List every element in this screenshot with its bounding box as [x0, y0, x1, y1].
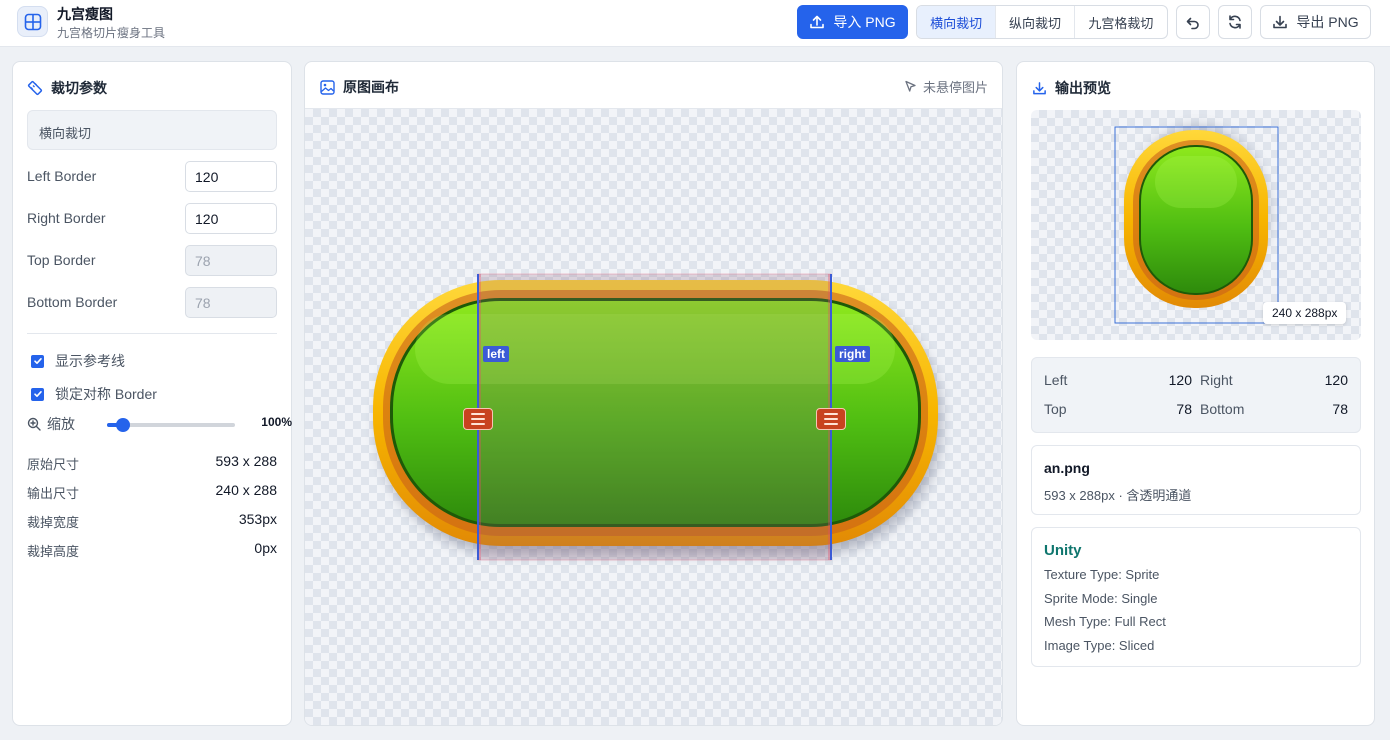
zoom-slider[interactable]	[107, 418, 235, 432]
show-guides-row: 显示参考线	[31, 351, 125, 371]
app-header: 九宫瘦图 九宫格切片瘦身工具 导入 PNG 横向裁切 纵向裁切 九宫格裁切 导出…	[0, 0, 1390, 47]
grid-logo-icon	[17, 6, 48, 37]
source-image	[373, 273, 942, 561]
hover-status-text: 未悬停图片	[922, 80, 988, 95]
top-border-input: 78	[185, 245, 277, 276]
lock-symmetric-label: 锁定对称 Border	[55, 386, 157, 402]
check-icon	[33, 391, 42, 397]
bottom-border-label: Bottom Border	[27, 294, 118, 310]
pointer-icon	[905, 80, 916, 92]
summary-bottom-label: Bottom	[1200, 401, 1245, 417]
source-canvas-panel: 原图画布 未悬停图片 left right	[304, 61, 1003, 726]
cropped-height-label: 裁掉高度	[27, 544, 80, 559]
show-guides-label: 显示参考线	[55, 353, 125, 369]
zoom-value: 100%	[261, 415, 292, 429]
output-size-label: 输出尺寸	[27, 486, 80, 501]
import-png-label: 导入 PNG	[833, 14, 896, 30]
original-size-label: 原始尺寸	[27, 457, 80, 472]
top-border-label: Top Border	[27, 252, 96, 268]
refresh-icon	[1229, 15, 1241, 29]
guide-right-drag-handle[interactable]	[816, 408, 846, 430]
summary-right-label: Right	[1200, 372, 1233, 388]
cropped-width-label: 裁掉宽度	[27, 515, 80, 530]
guide-left-tag: left	[483, 346, 509, 362]
app-title: 九宫瘦图	[57, 6, 113, 22]
left-border-input[interactable]: 120	[185, 161, 277, 192]
summary-left-label: Left	[1044, 372, 1068, 388]
import-png-button[interactable]: 导入 PNG	[797, 5, 908, 39]
unity-sprite-mode: Sprite Mode: Single	[1044, 591, 1158, 606]
mode-nine-slice-tab[interactable]: 九宫格裁切	[1075, 6, 1167, 38]
summary-top-value: 78	[1176, 401, 1192, 417]
output-preview-canvas: 240 x 288px	[1031, 110, 1361, 340]
upload-icon	[810, 15, 825, 29]
summary-left-value: 120	[1168, 372, 1192, 388]
image-icon	[320, 79, 335, 95]
zoom-in-icon	[27, 417, 41, 431]
crop-params-panel: 裁切参数 横向裁切 Left Border 120 Right Border 1…	[12, 61, 292, 726]
source-canvas-title: 原图画布	[320, 77, 399, 97]
original-size-value: 593 x 288	[215, 453, 278, 469]
crop-params-label: 裁切参数	[51, 80, 107, 96]
check-icon	[33, 358, 42, 364]
hover-status: 未悬停图片	[904, 77, 988, 96]
app-subtitle: 九宫格切片瘦身工具	[57, 26, 166, 40]
download-icon	[1033, 81, 1046, 94]
guide-left-drag-handle[interactable]	[463, 408, 493, 430]
mode-horizontal-tab[interactable]: 横向裁切	[917, 6, 997, 38]
unity-image-type: Image Type: Sliced	[1044, 638, 1155, 653]
summary-right-value: 120	[1324, 372, 1348, 388]
zoom-slider-thumb[interactable]	[116, 418, 130, 432]
file-meta: 593 x 288px · 含透明通道	[1044, 488, 1192, 503]
preview-size-badge: 240 x 288px	[1263, 302, 1347, 324]
zoom-label: 缩放	[47, 416, 75, 432]
file-info-card: an.png 593 x 288px · 含透明通道	[1031, 445, 1361, 515]
unity-texture-type: Texture Type: Sprite	[1044, 567, 1160, 582]
zoom-row: 缩放 100%	[27, 414, 292, 434]
right-border-label: Right Border	[27, 210, 106, 226]
source-canvas-label: 原图画布	[343, 79, 399, 95]
border-summary: Left 120 Right 120 Top 78 Bottom 78	[1031, 357, 1361, 433]
summary-bottom-value: 78	[1332, 401, 1348, 417]
left-border-label: Left Border	[27, 168, 97, 184]
mode-segmented-control: 横向裁切 纵向裁切 九宫格裁切	[916, 5, 1168, 39]
cropped-width-value: 353px	[238, 511, 277, 527]
export-png-button[interactable]: 导出 PNG	[1260, 5, 1371, 39]
download-icon	[1273, 15, 1288, 29]
file-name: an.png	[1044, 460, 1090, 476]
show-guides-checkbox[interactable]	[31, 354, 44, 368]
refresh-button[interactable]	[1218, 5, 1252, 39]
lock-symmetric-row: 锁定对称 Border	[31, 384, 157, 404]
output-preview-title: 输出预览	[1032, 78, 1111, 98]
output-preview-panel: 输出预览 240 x 288px Left 120 Right 120 Top …	[1016, 61, 1375, 726]
unity-title: Unity	[1044, 542, 1082, 559]
crop-params-title: 裁切参数	[27, 78, 107, 98]
bottom-border-input: 78	[185, 287, 277, 318]
guide-right-tag: right	[835, 346, 870, 362]
undo-icon	[1186, 17, 1199, 30]
right-border-input[interactable]: 120	[185, 203, 277, 234]
export-png-label: 导出 PNG	[1296, 14, 1359, 30]
lock-symmetric-checkbox[interactable]	[31, 387, 44, 401]
cropped-height-value: 0px	[254, 540, 277, 556]
ruler-icon	[27, 80, 43, 96]
unity-mesh-type: Mesh Type: Full Rect	[1044, 614, 1166, 629]
mode-vertical-tab[interactable]: 纵向裁切	[996, 6, 1075, 38]
source-canvas[interactable]: left right	[305, 108, 1002, 725]
divider	[27, 333, 277, 334]
output-preview-label: 输出预览	[1055, 80, 1111, 96]
summary-top-label: Top	[1044, 401, 1067, 417]
output-size-value: 240 x 288	[215, 482, 278, 498]
current-mode-display: 横向裁切	[27, 110, 277, 150]
undo-button[interactable]	[1176, 5, 1210, 39]
unity-settings-card: Unity Texture Type: Sprite Sprite Mode: …	[1031, 527, 1361, 667]
